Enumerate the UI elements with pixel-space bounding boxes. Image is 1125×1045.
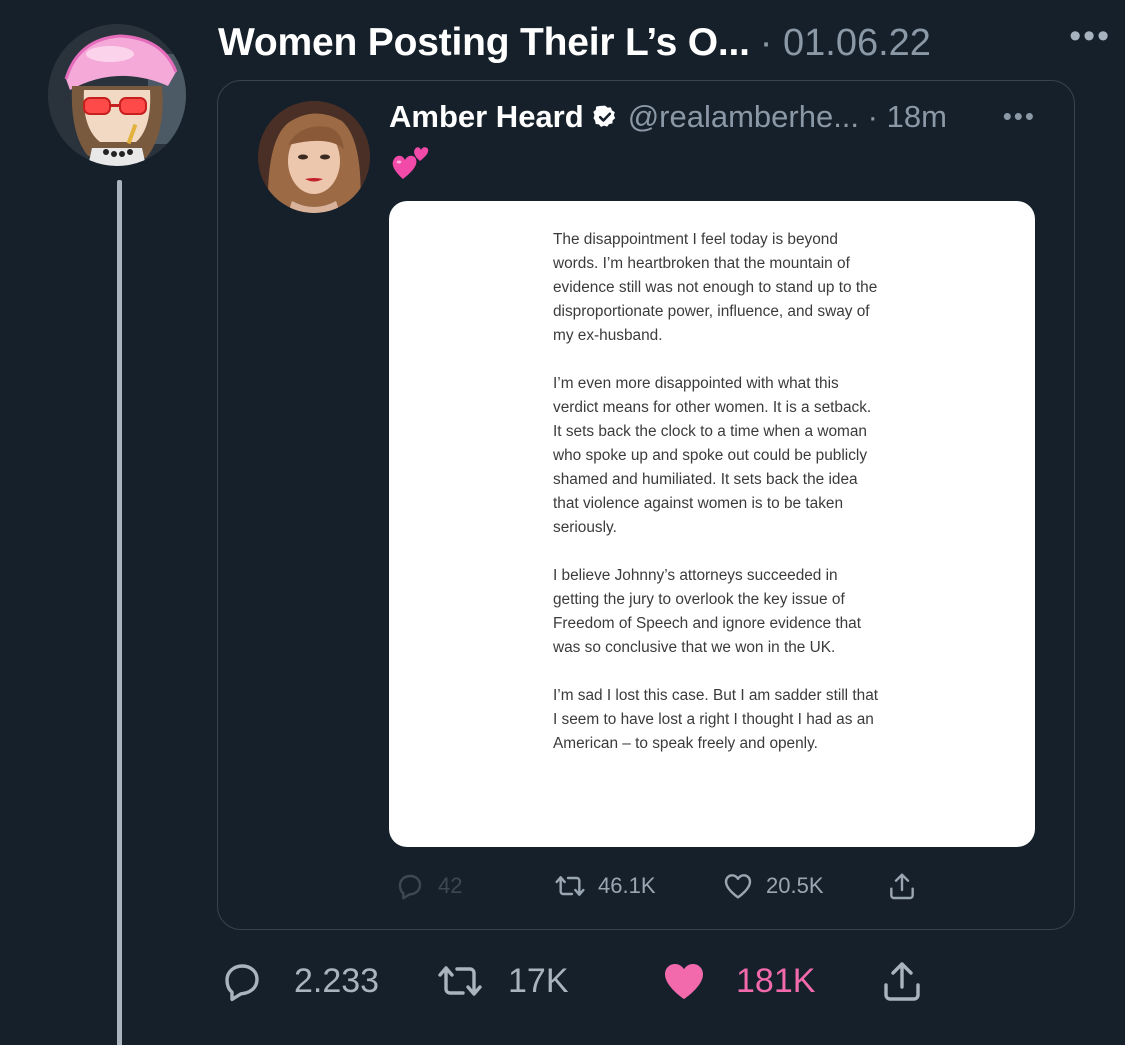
quoted-like-count: 20.5K — [766, 873, 824, 898]
retweet-icon — [438, 966, 482, 996]
statement-paragraph-2: I’m even more disappointed with what thi… — [553, 375, 872, 536]
share-button[interactable] — [878, 955, 926, 1007]
portrait-image — [258, 101, 370, 213]
verified-badge-icon — [592, 105, 615, 127]
statement-text: The disappointment I feel today is beyon… — [553, 228, 883, 780]
statement-paragraph-4: I’m sad I lost this case. But I am sadde… — [553, 687, 879, 752]
two-hearts-emoji-icon — [392, 147, 429, 179]
share-icon — [884, 962, 920, 1001]
tweet-action-bar: 2.233 17K 181K — [218, 955, 1085, 1007]
quoted-retweet-count: 46.1K — [598, 873, 656, 898]
heart-outline-icon — [724, 874, 752, 899]
thread-line — [117, 180, 122, 1045]
heart-filled-icon — [665, 964, 703, 999]
retweet-count: 17K — [508, 961, 569, 1000]
quoted-tweet[interactable]: Amber Heard @realamberhe... · 18m ••• Th… — [217, 80, 1075, 930]
reply-button[interactable]: 2.233 — [218, 955, 379, 1007]
author-avatar[interactable] — [48, 24, 186, 166]
reply-count: 2.233 — [294, 961, 380, 1000]
quoted-more-icon[interactable]: ••• — [1003, 103, 1036, 129]
quoted-retweet-button[interactable]: 46.1K — [554, 868, 656, 904]
tweet-page: Women Posting Their L’s O... · 01.06.22 … — [0, 0, 1125, 1045]
reply-icon — [398, 874, 422, 900]
quoted-like-button[interactable]: 20.5K — [722, 868, 824, 904]
author-name[interactable]: Women Posting Their L’s O... — [218, 21, 750, 65]
quoted-handle-time[interactable]: @realamberhe... · 18m — [628, 99, 947, 135]
quoted-reply-button[interactable]: 42 — [394, 868, 462, 904]
quoted-action-bar: 42 46.1K 20.5K — [394, 868, 1034, 904]
statement-paragraph-1: The disappointment I feel today is beyon… — [553, 231, 878, 344]
quoted-reply-count: 42 — [438, 873, 463, 898]
share-icon — [890, 873, 914, 900]
retweet-button[interactable]: 17K — [436, 955, 569, 1007]
quoted-author-name[interactable]: Amber Heard — [389, 99, 584, 135]
statement-paragraph-3: I believe Johnny’s attorneys succeeded i… — [553, 567, 862, 656]
statement-image[interactable]: The disappointment I feel today is beyon… — [389, 201, 1035, 847]
quoted-author-avatar[interactable] — [258, 101, 370, 213]
retweet-icon — [555, 876, 585, 896]
pixel-avatar-image — [48, 24, 186, 166]
like-count: 181K — [736, 961, 816, 1000]
tweet-date[interactable]: · 01.06.22 — [760, 22, 931, 65]
quoted-share-button[interactable] — [886, 868, 918, 904]
more-options-icon[interactable]: ••• — [1069, 19, 1111, 53]
tweet-header: Women Posting Their L’s O... · 01.06.22 — [218, 18, 1085, 68]
quoted-tweet-header: Amber Heard @realamberhe... · 18m — [389, 97, 994, 137]
reply-icon — [225, 964, 259, 1002]
like-button[interactable]: 181K — [660, 955, 815, 1007]
